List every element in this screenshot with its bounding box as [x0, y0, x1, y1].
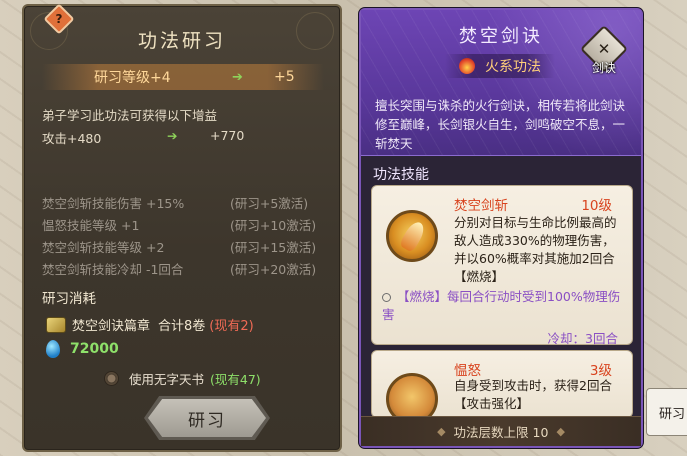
spirit-drop-icon [46, 340, 60, 358]
bonus-name: 焚空剑斩技能冷却 -1回合 [42, 262, 184, 277]
ornament-icon: ◆ [437, 425, 446, 438]
skill-description: 分别对目标与生命比例最高的敌人造成330%的物理伤害，并以60%概率对其施加2回… [454, 215, 617, 284]
skill-cooldown: 冷却：3回合 [547, 331, 618, 346]
skills-title: 功法技能 [373, 167, 429, 183]
tome-label: 使用无字天书 [129, 372, 205, 387]
panel-title: 功法研习 [137, 30, 226, 52]
bonus-row: 焚空剑斩技能冷却 -1回合 (研习+20激活) [42, 259, 332, 281]
use-tome-toggle[interactable]: 使用无字天书 (现有47) [104, 369, 261, 388]
bonus-row: 愠怒技能等级 +1 (研习+10激活) [42, 215, 332, 237]
skill-name: 焚空剑斩 [454, 198, 508, 214]
layer-limit-text: 功法层数上限 10 [453, 425, 549, 440]
burn-note-text: 【燃烧】每回合行动时受到100%物理伤害 [382, 289, 621, 322]
study-level-next: +5 [274, 69, 295, 85]
layer-limit-footer: ◆ 功法层数上限 10 ◆ [361, 416, 641, 446]
study-level-bar: 研习等级+4 ➔ +5 [42, 64, 324, 90]
cost-item-owned: (现有2) [209, 319, 254, 334]
skill-header: 焚空剑诀 火系功法 ✕ 剑诀 擅长突围与诛杀的火行剑诀，相传若将此剑诀修至巅峰，… [361, 10, 641, 156]
burn-effect-note: 【燃烧】每回合行动时受到100%物理伤害 [382, 288, 628, 324]
cost-item: 焚空剑诀篇章 合计8卷 (现有2) [46, 315, 254, 334]
skill-card[interactable]: 焚空剑斩 10级 分别对目标与生命比例最高的敌人造成330%的物理伤害，并以60… [371, 185, 633, 346]
bonus-requirement: (研习+15激活) [230, 240, 317, 255]
rage-face-icon [386, 373, 438, 417]
bonus-row: 焚空剑斩技能伤害 +15% (研习+5激活) [42, 193, 332, 215]
scroll-book-icon [46, 316, 66, 333]
bonus-row: 焚空剑斩技能等级 +2 (研习+15激活) [42, 237, 332, 259]
skill-detail-panel: 焚空剑诀 火系功法 ✕ 剑诀 擅长突围与诛杀的火行剑诀，相传若将此剑诀修至巅峰，… [359, 8, 643, 448]
bonus-name: 焚空剑斩技能等级 +2 [42, 240, 165, 255]
attack-row: 攻击+480 ➔ +770 [42, 128, 322, 146]
weapon-label: 剑诀 [591, 61, 616, 75]
bonus-requirement: (研习+5激活) [230, 196, 309, 211]
bullet-icon [382, 293, 391, 302]
spirit-amount: 72000 [70, 341, 119, 357]
tome-radio[interactable] [104, 371, 119, 386]
spirit-cost: 72000 [46, 340, 119, 358]
tome-owned: (现有47) [210, 372, 261, 387]
skill-name: 愠怒 [454, 363, 481, 379]
element-tag: 火系功法 [445, 54, 555, 78]
study-button[interactable]: 研习 [148, 399, 266, 437]
technique-description: 擅长突围与诛杀的火行剑诀，相传若将此剑诀修至巅峰，长剑银火自生，剑鸣破空不息，一… [375, 98, 626, 151]
fire-icon [459, 58, 475, 74]
bonus-name: 愠怒技能等级 +1 [42, 218, 140, 233]
arrow-right-icon: ➔ [232, 69, 243, 85]
cost-title: 研习消耗 [42, 291, 96, 307]
ornament-icon: ◆ [556, 425, 565, 438]
element-label: 火系功法 [485, 59, 541, 75]
skill-level: 10级 [581, 198, 612, 214]
attack-next: +770 [210, 128, 245, 143]
attack-current: 攻击+480 [42, 131, 102, 146]
bonus-name: 焚空剑斩技能伤害 +15% [42, 196, 185, 211]
skill-description: 自身受到攻击时，获得2回合【攻击强化】 [454, 378, 612, 411]
study-level-label: 研习等级+4 [94, 70, 171, 86]
arrow-right-icon: ➔ [167, 128, 178, 143]
bonus-requirement: (研习+10激活) [230, 218, 317, 233]
edge-study-tab[interactable]: 研习 [646, 388, 687, 436]
skill-level: 3级 [589, 363, 612, 379]
gain-description: 弟子学习此功法可获得以下增益 [42, 108, 218, 123]
bonus-requirement: (研习+20激活) [230, 262, 317, 277]
cost-item-name: 焚空剑诀篇章 [72, 319, 151, 334]
cost-item-total: 合计8卷 [158, 319, 206, 334]
sword-flame-icon [386, 210, 438, 262]
skill-card[interactable]: 愠怒 3级 自身受到攻击时，获得2回合【攻击强化】 [371, 350, 633, 418]
bonus-list: 焚空剑斩技能伤害 +15% (研习+5激活) 愠怒技能等级 +1 (研习+10激… [42, 193, 332, 281]
study-panel: ? 功法研习 研习等级+4 ➔ +5 弟子学习此功法可获得以下增益 攻击+480… [22, 3, 342, 452]
